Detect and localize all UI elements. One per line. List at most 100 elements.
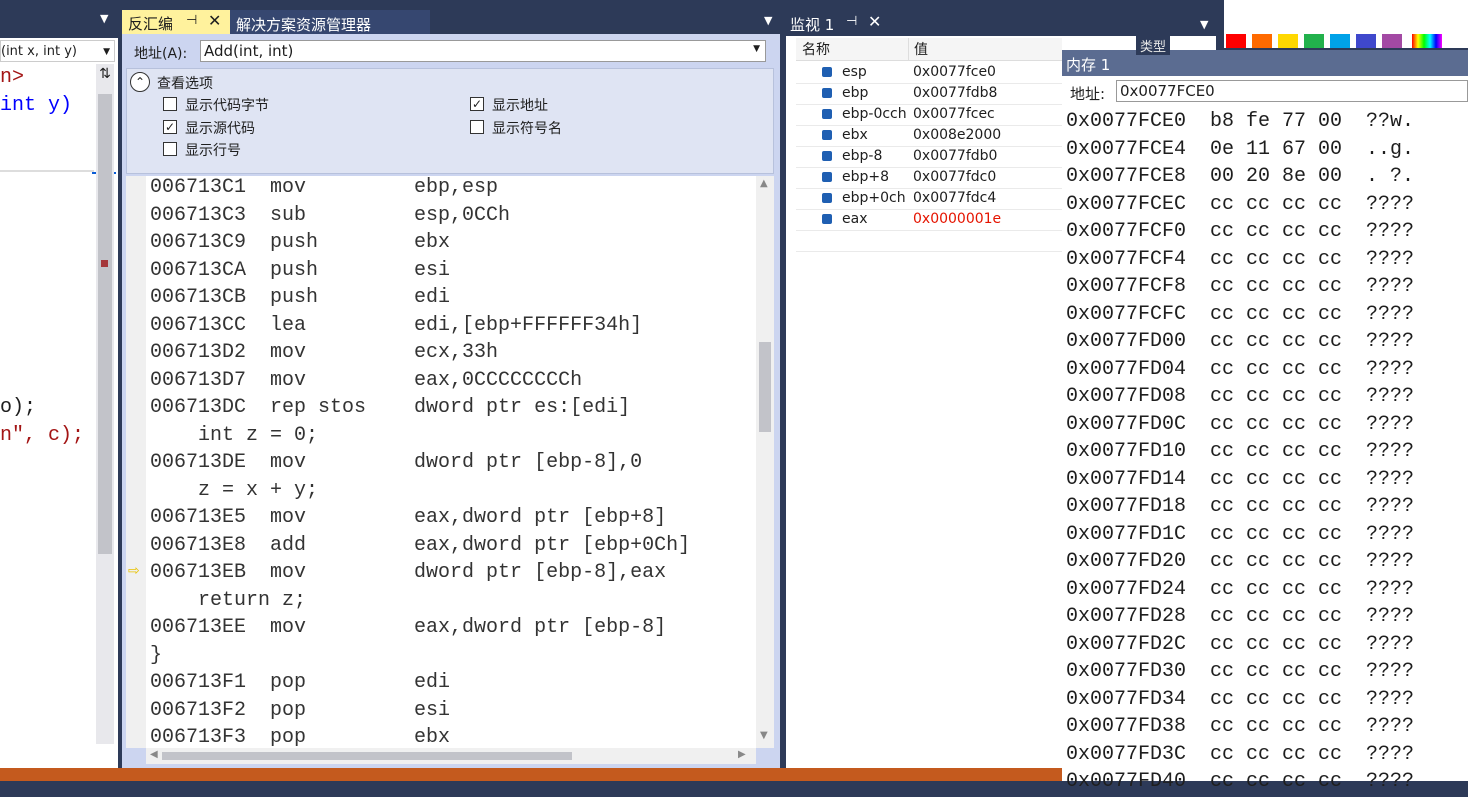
watch-row-value: 0x0077fcec: [913, 106, 995, 122]
color-swatch[interactable]: [1304, 34, 1324, 48]
watch-row[interactable]: eax 0x0000001e: [796, 209, 1062, 231]
pin-icon[interactable]: ⊣: [846, 14, 857, 29]
disassembly-line[interactable]: 006713F1 pop edi: [150, 671, 450, 698]
disassembly-horizontal-scrollbar[interactable]: ◀ ▶: [146, 748, 756, 764]
watch-row[interactable]: ebp-8 0x0077fdb0: [796, 146, 1062, 168]
left-vertical-scrollbar[interactable]: [96, 64, 114, 744]
watch-dropdown-icon[interactable]: ▼: [1200, 18, 1208, 31]
variable-cube-icon: [822, 214, 832, 224]
watch-col-value[interactable]: 值: [914, 39, 928, 59]
disassembly-line[interactable]: return z;: [150, 589, 306, 616]
scroll-left-icon[interactable]: ◀: [150, 749, 158, 760]
watch-row[interactable]: ebp 0x0077fdb8: [796, 83, 1062, 105]
watch-empty-row[interactable]: [796, 230, 1062, 252]
memory-line[interactable]: 0x0077FD40 cc cc cc cc ????: [1066, 770, 1414, 797]
watch-row[interactable]: esp 0x0077fce0: [796, 62, 1062, 84]
color-swatch[interactable]: [1278, 34, 1298, 48]
memory-line[interactable]: 0x0077FD14 cc cc cc cc ????: [1066, 468, 1414, 495]
memory-line[interactable]: 0x0077FD0C cc cc cc cc ????: [1066, 413, 1414, 440]
memory-line[interactable]: 0x0077FCE8 00 20 8e 00 . ?.: [1066, 165, 1414, 192]
checkbox-show-code-bytes[interactable]: [163, 97, 177, 111]
tab-disassembly[interactable]: 反汇编 ⊣ ✕: [122, 10, 230, 34]
disassembly-line[interactable]: 006713E5 mov eax,dword ptr [ebp+8]: [150, 506, 666, 533]
tab-solution-explorer-label: 解决方案资源管理器: [236, 16, 372, 34]
memory-line[interactable]: 0x0077FCE4 0e 11 67 00 ..g.: [1066, 138, 1414, 165]
disassembly-line[interactable]: 006713CB push edi: [150, 286, 450, 313]
close-icon[interactable]: ✕: [208, 11, 221, 30]
scroll-right-icon[interactable]: ▶: [738, 749, 746, 760]
breakpoint-marker: [101, 260, 108, 267]
memory-line[interactable]: 0x0077FD10 cc cc cc cc ????: [1066, 440, 1414, 467]
disassembly-line[interactable]: 006713EE mov eax,dword ptr [ebp-8]: [150, 616, 666, 643]
disassembly-line[interactable]: 006713C1 mov ebp,esp: [150, 176, 498, 203]
memory-line[interactable]: 0x0077FD38 cc cc cc cc ????: [1066, 715, 1414, 742]
memory-line[interactable]: 0x0077FCE0 b8 fe 77 00 ??w.: [1066, 110, 1414, 137]
scroll-thumb[interactable]: [759, 342, 771, 432]
watch-row[interactable]: ebp+8 0x0077fdc0: [796, 167, 1062, 189]
memory-line[interactable]: 0x0077FD2C cc cc cc cc ????: [1066, 633, 1414, 660]
color-swatch[interactable]: [1356, 34, 1376, 48]
close-icon[interactable]: ✕: [868, 12, 881, 31]
split-icon[interactable]: ⇅: [96, 66, 114, 84]
memory-line[interactable]: 0x0077FD28 cc cc cc cc ????: [1066, 605, 1414, 632]
memory-line[interactable]: 0x0077FD20 cc cc cc cc ????: [1066, 550, 1414, 577]
memory-line[interactable]: 0x0077FCF0 cc cc cc cc ????: [1066, 220, 1414, 247]
custom-color-icon[interactable]: [1412, 34, 1442, 48]
memory-line[interactable]: 0x0077FD04 cc cc cc cc ????: [1066, 358, 1414, 385]
memory-line[interactable]: 0x0077FCFC cc cc cc cc ????: [1066, 303, 1414, 330]
memory-line[interactable]: 0x0077FD08 cc cc cc cc ????: [1066, 385, 1414, 412]
collapse-icon[interactable]: ⌃: [130, 72, 150, 92]
memory-line[interactable]: 0x0077FD00 cc cc cc cc ????: [1066, 330, 1414, 357]
disassembly-line[interactable]: 006713F2 pop esi: [150, 699, 450, 726]
disassembly-line[interactable]: 006713D2 mov ecx,33h: [150, 341, 498, 368]
color-swatch[interactable]: [1252, 34, 1272, 48]
checkbox-show-symbols[interactable]: [470, 120, 484, 134]
watch-row-name: ebp: [842, 85, 869, 101]
watch-col-name[interactable]: 名称: [802, 39, 830, 59]
watch-row[interactable]: ebp+0ch 0x0077fdc4: [796, 188, 1062, 210]
watch-row[interactable]: ebx 0x008e2000: [796, 125, 1062, 147]
disassembly-line[interactable]: 006713CA push esi: [150, 259, 450, 286]
scroll-up-icon[interactable]: ▲: [760, 178, 768, 189]
disassembly-line[interactable]: }: [150, 644, 162, 671]
memory-line[interactable]: 0x0077FCF8 cc cc cc cc ????: [1066, 275, 1414, 302]
memory-line[interactable]: 0x0077FD18 cc cc cc cc ????: [1066, 495, 1414, 522]
memory-line[interactable]: 0x0077FD1C cc cc cc cc ????: [1066, 523, 1414, 550]
checkbox-show-address[interactable]: ✓: [470, 97, 484, 111]
tab-solution-explorer[interactable]: 解决方案资源管理器: [230, 10, 430, 34]
checkbox-show-line-numbers[interactable]: [163, 142, 177, 156]
disassembly-line[interactable]: int z = 0;: [150, 424, 318, 451]
disassembly-line[interactable]: 006713EB mov dword ptr [ebp-8],eax: [150, 561, 666, 588]
disassembly-line[interactable]: 006713C3 sub esp,0CCh: [150, 204, 510, 231]
memory-line[interactable]: 0x0077FD3C cc cc cc cc ????: [1066, 743, 1414, 770]
variable-cube-icon: [822, 130, 832, 140]
address-combo[interactable]: Add(int, int) ▼: [200, 40, 766, 62]
watch-row[interactable]: ebp-0cch 0x0077fcec: [796, 104, 1062, 126]
disassembly-line[interactable]: 006713E8 add eax,dword ptr [ebp+0Ch]: [150, 534, 690, 561]
disassembly-vertical-scrollbar[interactable]: ▲ ▼: [756, 176, 774, 748]
watch-col-type[interactable]: 类型: [1136, 36, 1171, 55]
memory-line[interactable]: 0x0077FD24 cc cc cc cc ????: [1066, 578, 1414, 605]
tab-overflow-icon[interactable]: ▼: [764, 14, 772, 27]
color-swatch[interactable]: [1382, 34, 1402, 48]
function-combo[interactable]: (int x, int y) ▼: [0, 40, 115, 62]
disassembly-line[interactable]: 006713CC lea edi,[ebp+FFFFFF34h]: [150, 314, 642, 341]
pin-icon[interactable]: ⊣: [186, 13, 197, 28]
disassembly-line[interactable]: z = x + y;: [150, 479, 318, 506]
disassembly-line[interactable]: 006713D7 mov eax,0CCCCCCCCh: [150, 369, 582, 396]
memory-line[interactable]: 0x0077FD30 cc cc cc cc ????: [1066, 660, 1414, 687]
checkbox-show-source[interactable]: ✓: [163, 120, 177, 134]
memory-line[interactable]: 0x0077FD34 cc cc cc cc ????: [1066, 688, 1414, 715]
left-dropdown-icon[interactable]: ▼: [100, 12, 108, 25]
color-swatch[interactable]: [1226, 34, 1246, 48]
scroll-down-icon[interactable]: ▼: [760, 730, 768, 741]
disassembly-gutter[interactable]: [126, 176, 146, 748]
memory-line[interactable]: 0x0077FCEC cc cc cc cc ????: [1066, 193, 1414, 220]
scroll-thumb[interactable]: [162, 752, 572, 760]
memory-line[interactable]: 0x0077FCF4 cc cc cc cc ????: [1066, 248, 1414, 275]
disassembly-line[interactable]: 006713DE mov dword ptr [ebp-8],0: [150, 451, 642, 478]
color-swatch[interactable]: [1330, 34, 1350, 48]
disassembly-line[interactable]: 006713C9 push ebx: [150, 231, 450, 258]
memory-address-input[interactable]: 0x0077FCE0: [1116, 80, 1468, 102]
disassembly-line[interactable]: 006713DC rep stos dword ptr es:[edi]: [150, 396, 630, 423]
